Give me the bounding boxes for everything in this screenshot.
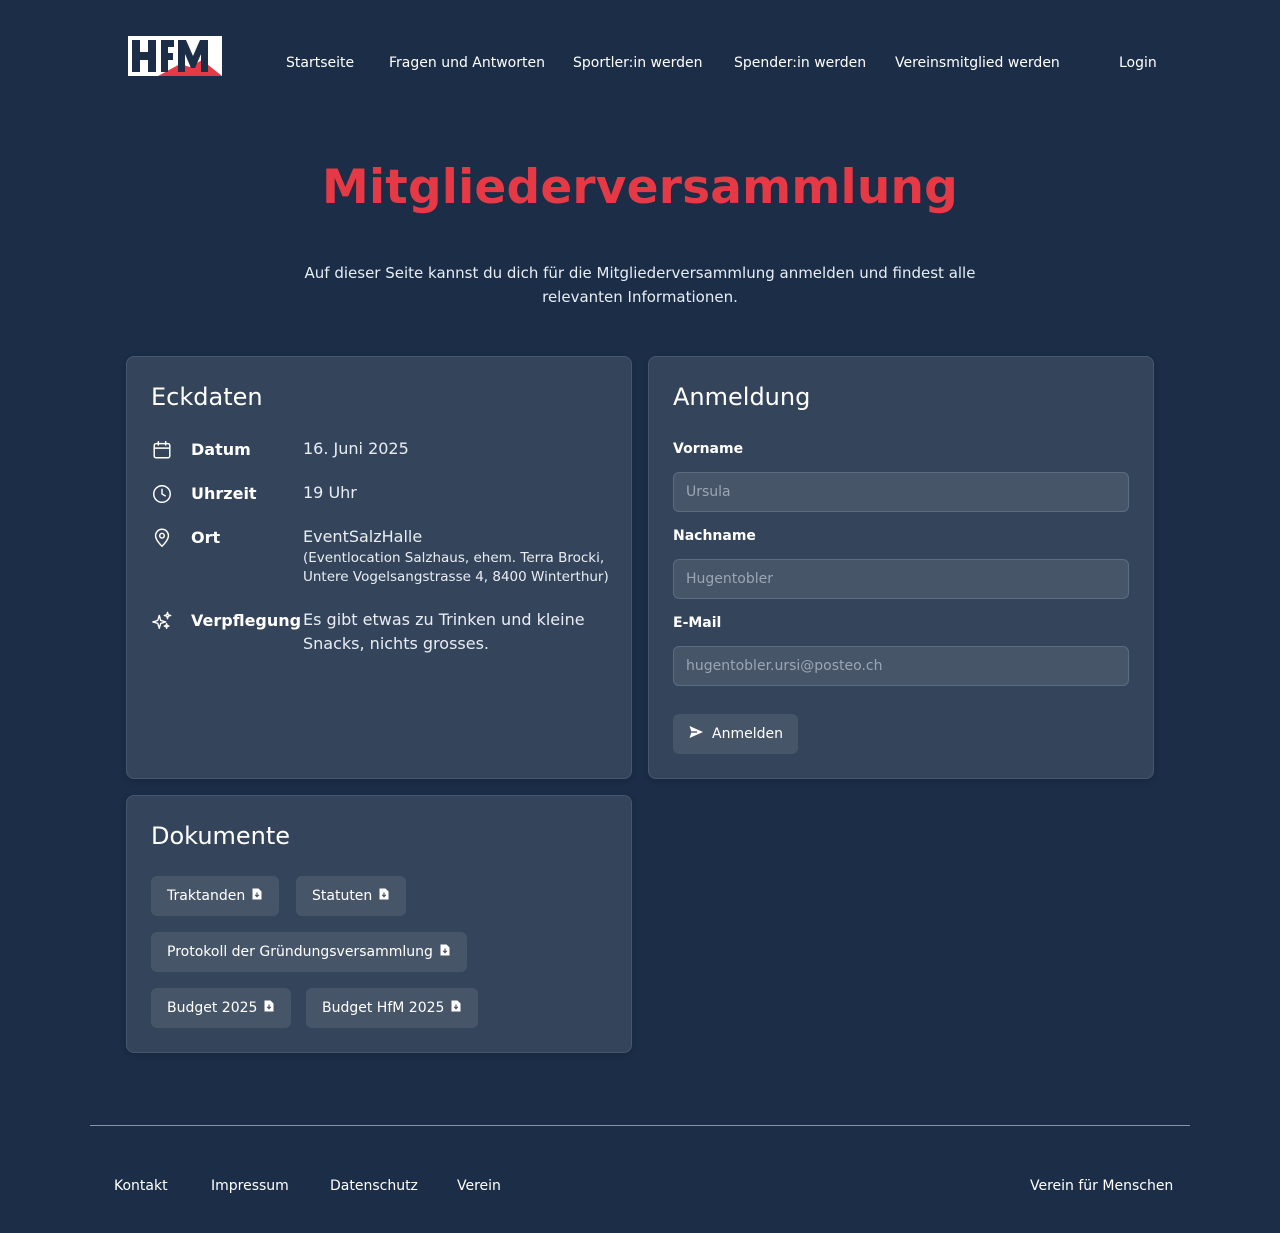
- hfm-logo[interactable]: [128, 36, 222, 76]
- send-icon: [688, 724, 704, 744]
- footer-divider: [90, 1125, 1190, 1126]
- login-link[interactable]: Login: [1119, 55, 1157, 71]
- page-title: Mitgliederversammlung: [322, 160, 958, 215]
- document-button-traktanden[interactable]: Traktanden: [151, 876, 280, 916]
- nav-sportler-werden[interactable]: Sportler:in werden: [573, 55, 702, 71]
- verpflegung-value-line-2: Snacks, nichts grosses.: [303, 634, 489, 653]
- ort-detail-line-2: Untere Vogelsangstrasse 4, 8400 Winterth…: [303, 569, 609, 585]
- document-button-budget-2025[interactable]: Budget 2025: [151, 988, 292, 1028]
- file-download-icon: [378, 888, 390, 904]
- vorname-input[interactable]: [673, 472, 1129, 512]
- anmelden-button[interactable]: Anmelden: [673, 714, 798, 754]
- document-button-label: Traktanden: [167, 888, 246, 904]
- document-button-label: Budget HfM 2025: [322, 1000, 445, 1016]
- nav-spender-werden[interactable]: Spender:in werden: [734, 55, 866, 71]
- document-button-statuten[interactable]: Statuten: [296, 876, 407, 916]
- anmeldung-title: Anmeldung: [673, 383, 811, 411]
- nav-startseite[interactable]: Startseite: [286, 55, 354, 71]
- document-button-budget-hfm-2025[interactable]: Budget HfM 2025: [306, 988, 479, 1028]
- anmeldung-card: Anmeldung Vorname Nachname E-Mail Anmeld…: [648, 356, 1154, 779]
- file-download-icon: [439, 944, 451, 960]
- nav-fragen-und-antworten[interactable]: Fragen und Antworten: [389, 55, 545, 71]
- document-button-label: Statuten: [312, 888, 373, 904]
- nav-vereinsmitglied-werden[interactable]: Vereinsmitglied werden: [895, 55, 1060, 71]
- nachname-label: Nachname: [673, 528, 756, 544]
- anmelden-button-label: Anmelden: [712, 726, 783, 742]
- nachname-input[interactable]: [673, 559, 1129, 599]
- email-label: E-Mail: [673, 615, 722, 631]
- ort-label: Ort: [191, 528, 221, 547]
- location-pin-icon: [151, 527, 175, 551]
- document-button-label: Budget 2025: [167, 1000, 258, 1016]
- page-intro: Auf dieser Seite kannst du dich für die …: [304, 264, 976, 306]
- verpflegung-value-line-1: Es gibt etwas zu Trinken und kleine: [303, 610, 585, 629]
- file-download-icon: [263, 1000, 275, 1016]
- footer-link-impressum[interactable]: Impressum: [211, 1178, 289, 1194]
- clock-icon: [151, 483, 175, 507]
- verpflegung-label: Verpflegung: [191, 611, 302, 630]
- dokumente-title: Dokumente: [151, 822, 291, 850]
- file-download-icon: [251, 888, 263, 904]
- file-download-icon: [450, 1000, 462, 1016]
- eckdaten-card: Eckdaten Datum 16. Juni 2025 Uhrzeit 19 …: [126, 356, 632, 779]
- datum-value: 16. Juni 2025: [303, 439, 409, 458]
- dokumente-card: Dokumente Traktanden Statuten Protokoll …: [126, 795, 632, 1053]
- eckdaten-title: Eckdaten: [151, 383, 263, 411]
- uhrzeit-label: Uhrzeit: [191, 484, 257, 503]
- footer-link-verein[interactable]: Verein: [457, 1178, 501, 1194]
- ort-value: EventSalzHalle: [303, 527, 423, 546]
- footer-tagline: Verein für Menschen: [1030, 1178, 1174, 1194]
- ort-detail-line-1: (Eventlocation Salzhaus, ehem. Terra Bro…: [303, 550, 605, 566]
- uhrzeit-value: 19 Uhr: [303, 483, 357, 502]
- datum-label: Datum: [191, 440, 251, 459]
- footer-link-kontakt[interactable]: Kontakt: [114, 1178, 168, 1194]
- email-input[interactable]: [673, 646, 1129, 686]
- calendar-icon: [151, 439, 175, 463]
- sparkles-icon: [151, 610, 175, 634]
- document-button-protokoll[interactable]: Protokoll der Gründungsversammlung: [151, 932, 467, 972]
- vorname-label: Vorname: [673, 441, 744, 457]
- document-button-label: Protokoll der Gründungsversammlung: [167, 944, 433, 960]
- footer-link-datenschutz[interactable]: Datenschutz: [330, 1178, 418, 1194]
